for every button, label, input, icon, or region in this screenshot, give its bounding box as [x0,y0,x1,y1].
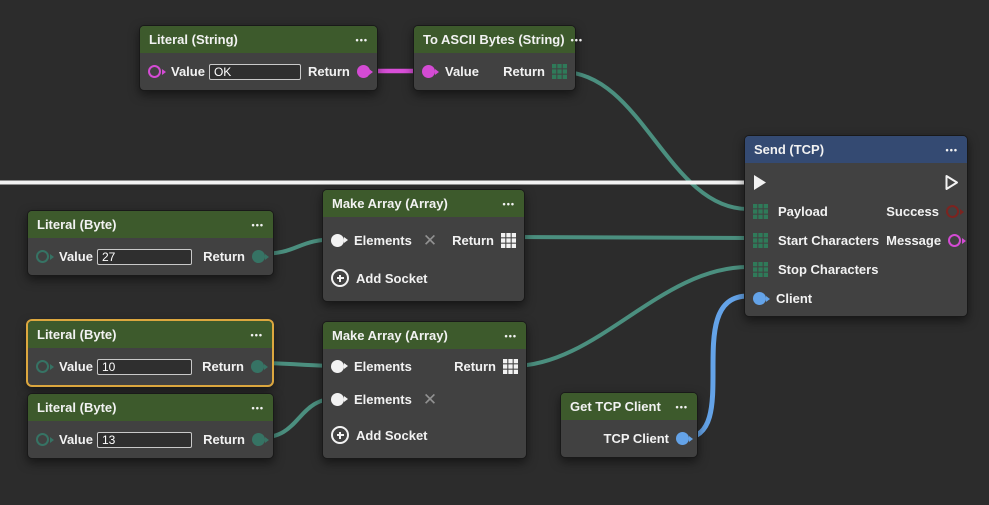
node-header[interactable]: To ASCII Bytes (String) ••• [414,26,575,53]
port-label-return: Return [308,64,350,79]
menu-icon[interactable]: ••• [505,331,517,341]
value-input[interactable] [97,359,192,375]
node-make-array-1[interactable]: Make Array (Array) ••• Elements ✕ Return… [322,189,525,302]
node-header[interactable]: Make Array (Array) ••• [323,322,526,349]
node-title: Literal (Byte) [37,400,116,415]
port-label-return: Return [452,233,494,248]
wire-ascii-to-payload[interactable] [562,72,748,209]
node-literal-byte-10[interactable]: Literal (Byte) ••• Value Return [27,320,273,386]
output-port-return[interactable] [252,433,265,446]
input-port-value[interactable] [36,433,49,446]
input-port-value[interactable] [422,65,435,78]
output-port-success[interactable] [946,205,959,218]
output-port-message[interactable] [948,234,961,247]
array-input-port-payload[interactable] [753,204,768,219]
port-label-value: Value [171,64,205,79]
menu-icon[interactable]: ••• [252,403,264,413]
port-label-payload: Payload [778,204,828,219]
node-header[interactable]: Literal (Byte) ••• [28,321,272,348]
menu-icon[interactable]: ••• [251,330,263,340]
menu-icon[interactable]: ••• [676,402,688,412]
node-literal-string[interactable]: Literal (String) ••• Value Return [139,25,378,91]
node-get-tcp-client[interactable]: Get TCP Client ••• TCP Client [560,392,698,458]
port-label-success: Success [886,204,939,219]
wire-array1-to-startchars[interactable] [513,237,748,238]
node-title: Literal (String) [149,32,238,47]
node-title: Send (TCP) [754,142,824,157]
exec-in-port[interactable] [753,174,767,191]
port-label-elements: Elements [354,233,412,248]
node-header[interactable]: Literal (Byte) ••• [28,394,273,421]
port-label-elements: Elements [354,392,412,407]
input-port-value[interactable] [36,360,49,373]
node-literal-byte-13[interactable]: Literal (Byte) ••• Value Return [27,393,274,459]
menu-icon[interactable]: ••• [252,220,264,230]
menu-icon[interactable]: ••• [946,145,958,155]
node-header[interactable]: Literal (String) ••• [140,26,377,53]
node-header[interactable]: Make Array (Array) ••• [323,190,524,217]
menu-icon[interactable]: ••• [503,199,515,209]
input-port-value[interactable] [36,250,49,263]
input-port-elements-1[interactable] [331,360,344,373]
node-graph-canvas[interactable]: Literal (String) ••• Value Return To ASC… [0,0,989,505]
array-input-port-stop-characters[interactable] [753,262,768,277]
array-input-port-start-characters[interactable] [753,233,768,248]
node-header[interactable]: Literal (Byte) ••• [28,211,273,238]
output-port-return[interactable] [252,250,265,263]
node-title: Make Array (Array) [332,328,448,343]
node-title: Make Array (Array) [332,196,448,211]
input-port-elements[interactable] [331,234,344,247]
menu-icon[interactable]: ••• [356,35,368,45]
node-title: Literal (Byte) [37,217,116,232]
value-input[interactable] [209,64,301,80]
port-label-return: Return [202,359,244,374]
port-label-return: Return [203,249,245,264]
input-port-elements-2[interactable] [331,393,344,406]
port-label-elements: Elements [354,359,412,374]
output-port-return[interactable] [357,65,370,78]
node-title: To ASCII Bytes (String) [423,32,565,47]
port-label-value: Value [445,64,479,79]
node-literal-byte-27[interactable]: Literal (Byte) ••• Value Return [27,210,274,276]
input-port-value[interactable] [148,65,161,78]
node-send-tcp[interactable]: Send (TCP) ••• Payload Success Start Cha… [744,135,968,317]
add-socket-label[interactable]: Add Socket [356,428,428,443]
remove-socket-icon[interactable]: ✕ [423,232,437,249]
exec-out-port[interactable] [945,174,959,191]
node-title: Get TCP Client [570,399,661,414]
port-label-stop-characters: Stop Characters [778,262,878,277]
node-header[interactable]: Send (TCP) ••• [745,136,967,163]
output-port-return[interactable] [251,360,264,373]
array-output-port[interactable] [503,359,518,374]
port-label-value: Value [59,249,93,264]
node-to-ascii-bytes[interactable]: To ASCII Bytes (String) ••• Value Return [413,25,576,91]
remove-socket-icon[interactable]: ✕ [423,391,437,408]
node-title: Literal (Byte) [37,327,116,342]
menu-icon[interactable]: ••• [571,35,583,45]
add-socket-icon[interactable] [331,269,349,287]
input-port-client[interactable] [753,292,766,305]
add-socket-icon[interactable] [331,426,349,444]
add-socket-label[interactable]: Add Socket [356,271,428,286]
value-input[interactable] [97,249,192,265]
output-port-tcp-client[interactable] [676,432,689,445]
port-label-return: Return [503,64,545,79]
port-label-return: Return [454,359,496,374]
array-output-port[interactable] [501,233,516,248]
port-label-client: Client [776,291,812,306]
array-output-port[interactable] [552,64,567,79]
node-header[interactable]: Get TCP Client ••• [561,393,697,420]
node-make-array-2[interactable]: Make Array (Array) ••• Elements Return E… [322,321,527,459]
port-label-value: Value [59,359,93,374]
port-label-value: Value [59,432,93,447]
value-input[interactable] [97,432,192,448]
port-label-return: Return [203,432,245,447]
port-label-start-characters: Start Characters [778,233,879,248]
port-label-message: Message [886,233,941,248]
port-label-tcp-client: TCP Client [604,431,670,446]
